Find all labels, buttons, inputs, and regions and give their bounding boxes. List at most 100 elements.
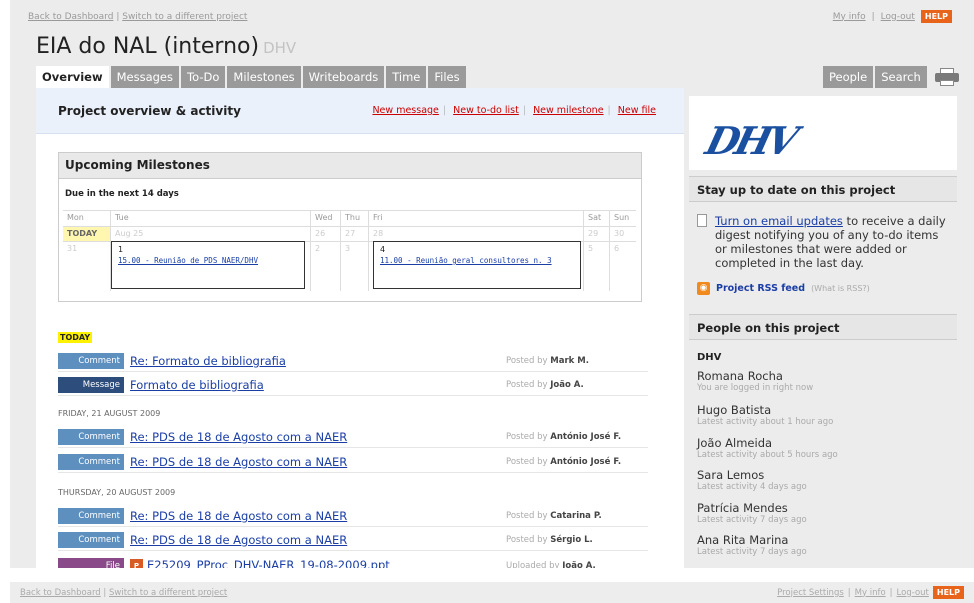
help-button[interactable]: HELP — [920, 10, 952, 23]
milestone-event-link[interactable]: 11.00 - Reunião geral consultores n. 3 — [380, 256, 574, 265]
activity-type-badge: Message — [58, 377, 124, 393]
activity-author: António José F. — [550, 432, 622, 442]
tab-writeboards[interactable]: Writeboards — [302, 66, 385, 88]
tab-people[interactable]: People — [823, 66, 874, 88]
email-updates-link[interactable]: Turn on email updates — [715, 214, 843, 228]
tab-milestones[interactable]: Milestones — [227, 66, 301, 88]
activity-row: Comment Re: Formato de bibliografia Post… — [58, 351, 648, 372]
activity-meta: Posted by António José F. — [506, 432, 622, 442]
person-entry: Sara Lemos Latest activity 4 days ago — [697, 468, 807, 492]
today-label: TODAY — [58, 332, 93, 343]
person-name[interactable]: Patrícia Mendes — [697, 501, 807, 515]
tab-files[interactable]: Files — [428, 66, 466, 88]
people-company: DHV — [697, 352, 722, 363]
project-company: DHV — [263, 39, 297, 57]
what-is-rss-link[interactable]: (What is RSS?) — [811, 284, 870, 293]
page-divider — [10, 568, 974, 582]
sidebar: DHV Stay up to date on this project Turn… — [689, 96, 957, 576]
footer-settings-link[interactable]: Project Settings — [777, 588, 844, 598]
activity-author: Mark M. — [550, 356, 589, 366]
tab-search[interactable]: Search — [875, 66, 927, 88]
activity-author: João A. — [550, 380, 584, 390]
person-name[interactable]: Romana Rocha — [697, 369, 813, 383]
cal-day-header: Wed — [311, 210, 341, 226]
cal-date: 27 — [341, 226, 369, 241]
tab-time[interactable]: Time — [386, 66, 427, 88]
cal-date: 3 — [341, 241, 369, 291]
logout-link[interactable]: Log-out — [881, 12, 915, 22]
tab-todo[interactable]: To-Do — [181, 66, 226, 88]
rss-feed-link[interactable]: Project RSS feed — [716, 283, 805, 294]
cal-today: TODAY — [63, 226, 111, 241]
activity-meta: Posted by João A. — [506, 380, 584, 390]
footer-right-links: Project Settings | My info | Log-out HEL… — [777, 586, 964, 599]
activity-type-badge: Comment — [58, 532, 124, 548]
person-entry: Patrícia Mendes Latest activity 7 days a… — [697, 501, 807, 525]
rss-feed: ◉ Project RSS feed (What is RSS?) — [697, 282, 870, 295]
page-title: EIA do NAL (interno) DHV — [36, 34, 296, 59]
activity-author: Sérgio L. — [550, 535, 593, 545]
switch-project-link[interactable]: Switch to a different project — [122, 12, 247, 22]
activity-link[interactable]: Re: PDS de 18 de Agosto com a NAER — [130, 455, 506, 469]
my-info-link[interactable]: My info — [833, 12, 866, 22]
cal-day-header: Thu — [341, 210, 369, 226]
activity-meta: Posted by António José F. — [506, 457, 622, 467]
activity-link[interactable]: Formato de bibliografia — [130, 378, 506, 392]
cal-date: 5 — [584, 241, 610, 291]
footer-logout-link[interactable]: Log-out — [897, 588, 929, 598]
footer-back-link[interactable]: Back to Dashboard — [20, 588, 101, 598]
person-status: Latest activity about 5 hours ago — [697, 450, 838, 460]
project-name: EIA do NAL (interno) — [36, 34, 260, 59]
new-message-link[interactable]: New message — [372, 105, 438, 116]
new-todo-list-link[interactable]: New to-do list — [453, 105, 519, 116]
milestones-heading: Upcoming Milestones — [59, 153, 641, 179]
milestone-event: 1 15.00 - Reunião de PDS NAER/DHV — [111, 241, 305, 289]
person-name[interactable]: Sara Lemos — [697, 468, 807, 482]
cal-day-header: Fri — [369, 210, 584, 226]
email-updates: Turn on email updates to receive a daily… — [697, 214, 949, 270]
milestone-event: 4 11.00 - Reunião geral consultores n. 3 — [373, 241, 581, 289]
cal-date: 26 — [311, 226, 341, 241]
cal-date: 29 — [584, 226, 610, 241]
activity-row: Comment Re: PDS de 18 de Agosto com a NA… — [58, 452, 648, 473]
day-label: THURSDAY, 20 AUGUST 2009 — [58, 488, 176, 497]
activity-row: Comment Re: PDS de 18 de Agosto com a NA… — [58, 530, 648, 551]
milestones-due-label: Due in the next 14 days — [65, 189, 179, 199]
new-milestone-link[interactable]: New milestone — [533, 105, 603, 116]
cal-day-header: Tue — [111, 210, 311, 226]
person-name[interactable]: João Almeida — [697, 436, 838, 450]
footer-switch-link[interactable]: Switch to a different project — [109, 588, 227, 598]
person-status: You are logged in right now — [697, 383, 814, 393]
cal-date: 6 — [610, 241, 636, 291]
cal-day-header: Mon — [63, 210, 111, 226]
cal-date: 28 — [369, 226, 584, 241]
cal-date: Aug 25 — [111, 226, 311, 241]
document-icon — [697, 214, 707, 227]
company-logo: DHV — [701, 118, 799, 163]
day-label: FRIDAY, 21 AUGUST 2009 — [58, 409, 161, 418]
footer-help-button[interactable]: HELP — [932, 586, 964, 599]
overview-title: Project overview & activity — [58, 103, 241, 118]
milestone-event-link[interactable]: 15.00 - Reunião de PDS NAER/DHV — [118, 256, 298, 265]
activity-type-badge: Comment — [58, 454, 124, 470]
activity-link[interactable]: Re: PDS de 18 de Agosto com a NAER — [130, 430, 506, 444]
rss-icon: ◉ — [697, 282, 710, 295]
footer-my-info-link[interactable]: My info — [855, 588, 886, 598]
overview-header: Project overview & activity New message |… — [36, 88, 684, 134]
back-to-dashboard-link[interactable]: Back to Dashboard — [28, 12, 113, 22]
tab-overview[interactable]: Overview — [36, 66, 109, 88]
tab-messages[interactable]: Messages — [110, 66, 180, 88]
printer-icon[interactable] — [934, 68, 959, 86]
milestone-event-day: 1 — [118, 245, 124, 254]
activity-link[interactable]: Re: Formato de bibliografia — [130, 354, 506, 368]
person-name[interactable]: Hugo Batista — [697, 403, 833, 417]
stay-updated-heading: Stay up to date on this project — [689, 176, 957, 202]
activity-link[interactable]: Re: PDS de 18 de Agosto com a NAER — [130, 533, 506, 547]
person-name[interactable]: Ana Rita Marina — [697, 533, 807, 547]
cal-date: 2 — [311, 241, 341, 291]
activity-author: Catarina P. — [550, 511, 602, 521]
cal-date: 30 — [610, 226, 636, 241]
new-file-link[interactable]: New file — [618, 105, 656, 116]
account-links: My info | Log-out HELP — [833, 10, 952, 23]
activity-link[interactable]: Re: PDS de 18 de Agosto com a NAER — [130, 509, 506, 523]
